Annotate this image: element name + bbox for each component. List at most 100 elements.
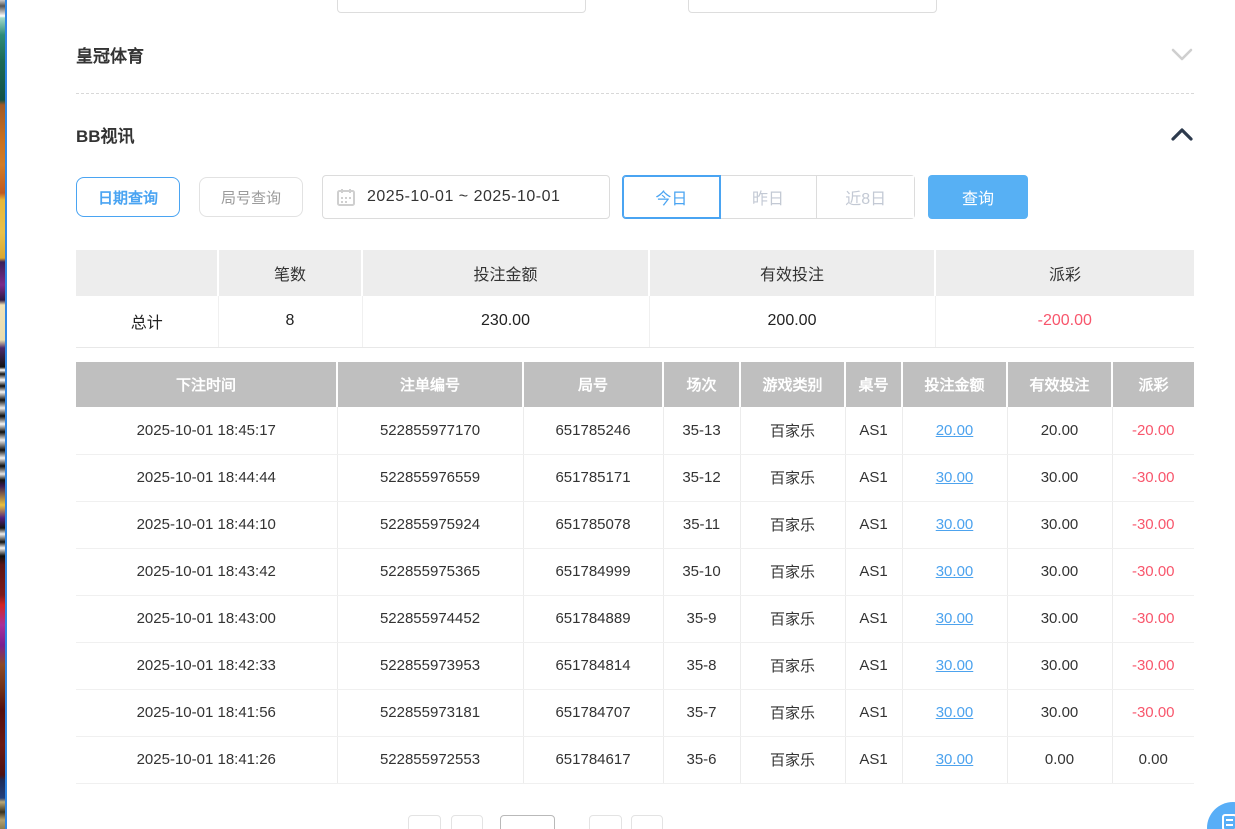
calendar-icon <box>337 188 355 206</box>
pagination-page-input[interactable] <box>500 815 555 829</box>
bet-id-cell: 522855972553 <box>337 736 523 783</box>
header-table-id: 桌号 <box>845 362 902 407</box>
quick-range-group: 今日 昨日 近8日 <box>622 175 915 219</box>
section-title-bb-video: BB视讯 <box>76 122 135 147</box>
table-row: 2025-10-01 18:45:17522855977170651785246… <box>76 407 1194 454</box>
summary-header-payout: 派彩 <box>935 250 1194 296</box>
date-range-picker[interactable]: 2025-10-01 ~ 2025-10-01 <box>322 175 610 219</box>
table-id-cell: AS1 <box>845 501 902 548</box>
section-title-crown-sports: 皇冠体育 <box>76 42 144 67</box>
bet-amount-link[interactable]: 30.00 <box>902 454 1007 501</box>
round-id-cell: 651784889 <box>523 595 663 642</box>
bet-amount-link[interactable]: 30.00 <box>902 548 1007 595</box>
payout-cell: -30.00 <box>1112 595 1194 642</box>
valid-bet-cell: 30.00 <box>1007 454 1112 501</box>
quick-range-yesterday[interactable]: 昨日 <box>720 176 818 218</box>
chevron-up-icon[interactable] <box>1170 126 1194 142</box>
summary-total-row: 总计 8 230.00 200.00 -200.00 <box>76 296 1194 347</box>
game-type-cell: 百家乐 <box>740 642 845 689</box>
valid-bet-cell: 30.00 <box>1007 689 1112 736</box>
table-row: 2025-10-01 18:44:10522855975924651785078… <box>76 501 1194 548</box>
table-row: 2025-10-01 18:41:26522855972553651784617… <box>76 736 1194 783</box>
round-query-tab[interactable]: 局号查询 <box>199 177 303 217</box>
quick-range-last-8-days[interactable]: 近8日 <box>817 176 914 218</box>
bet-id-cell: 522855975924 <box>337 501 523 548</box>
header-round-id: 局号 <box>523 362 663 407</box>
payout-cell: -30.00 <box>1112 501 1194 548</box>
valid-bet-cell: 20.00 <box>1007 407 1112 454</box>
payout-cell: -30.00 <box>1112 548 1194 595</box>
total-valid-bet: 200.00 <box>649 296 935 347</box>
summary-header-bet-amount: 投注金额 <box>362 250 649 296</box>
bet-time-cell: 2025-10-01 18:42:33 <box>76 642 337 689</box>
betting-records-panel: 皇冠体育 BB视讯 日期查询 局号查询 <box>0 0 1235 829</box>
section-header-crown-sports: 皇冠体育 <box>76 40 1194 68</box>
table-row: 2025-10-01 18:44:44522855976559651785171… <box>76 454 1194 501</box>
round-id-cell: 651785078 <box>523 501 663 548</box>
date-range-value: 2025-10-01 ~ 2025-10-01 <box>367 188 560 206</box>
total-label: 总计 <box>76 296 218 347</box>
bet-time-cell: 2025-10-01 18:44:10 <box>76 501 337 548</box>
round-id-cell: 651785171 <box>523 454 663 501</box>
filter-bar: 日期查询 局号查询 2025-10-01 ~ 2025-10-01 今日 昨日 … <box>76 175 1194 219</box>
bet-amount-link[interactable]: 30.00 <box>902 689 1007 736</box>
top-input-left[interactable] <box>337 0 586 13</box>
round-id-cell: 651784999 <box>523 548 663 595</box>
header-bet-id: 注单编号 <box>337 362 523 407</box>
session-cell: 35-8 <box>663 642 740 689</box>
detail-table-body: 2025-10-01 18:45:17522855977170651785246… <box>76 407 1194 783</box>
bet-amount-link[interactable]: 30.00 <box>902 595 1007 642</box>
valid-bet-cell: 0.00 <box>1007 736 1112 783</box>
game-type-cell: 百家乐 <box>740 689 845 736</box>
total-count: 8 <box>218 296 362 347</box>
header-session: 场次 <box>663 362 740 407</box>
bet-time-cell: 2025-10-01 18:41:56 <box>76 689 337 736</box>
summary-header-valid-bet: 有效投注 <box>649 250 935 296</box>
valid-bet-cell: 30.00 <box>1007 548 1112 595</box>
game-type-cell: 百家乐 <box>740 595 845 642</box>
session-cell: 35-12 <box>663 454 740 501</box>
session-cell: 35-6 <box>663 736 740 783</box>
round-id-cell: 651784617 <box>523 736 663 783</box>
valid-bet-cell: 30.00 <box>1007 595 1112 642</box>
top-input-right[interactable] <box>688 0 937 13</box>
pagination-next-button[interactable] <box>589 815 622 829</box>
header-valid-bet: 有效投注 <box>1007 362 1112 407</box>
bet-records-table: 下注时间 注单编号 局号 场次 游戏类别 桌号 投注金额 有效投注 派彩 202… <box>76 362 1194 784</box>
bet-amount-link[interactable]: 20.00 <box>902 407 1007 454</box>
round-id-cell: 651784814 <box>523 642 663 689</box>
date-query-tab[interactable]: 日期查询 <box>76 177 180 217</box>
pagination-page-button[interactable] <box>451 815 483 829</box>
bet-time-cell: 2025-10-01 18:45:17 <box>76 407 337 454</box>
dashed-divider <box>76 93 1194 94</box>
bet-id-cell: 522855975365 <box>337 548 523 595</box>
table-id-cell: AS1 <box>845 642 902 689</box>
bet-amount-link[interactable]: 30.00 <box>902 642 1007 689</box>
table-row: 2025-10-01 18:43:42522855975365651784999… <box>76 548 1194 595</box>
session-cell: 35-10 <box>663 548 740 595</box>
bet-amount-link[interactable]: 30.00 <box>902 736 1007 783</box>
bet-amount-link[interactable]: 30.00 <box>902 501 1007 548</box>
header-bet-time: 下注时间 <box>76 362 337 407</box>
game-type-cell: 百家乐 <box>740 454 845 501</box>
pagination-prev-button[interactable] <box>408 815 441 829</box>
payout-cell: -30.00 <box>1112 454 1194 501</box>
payout-cell: 0.00 <box>1112 736 1194 783</box>
game-type-cell: 百家乐 <box>740 736 845 783</box>
customer-service-fab[interactable] <box>1207 802 1235 829</box>
round-id-cell: 651784707 <box>523 689 663 736</box>
bet-id-cell: 522855976559 <box>337 454 523 501</box>
table-row: 2025-10-01 18:41:56522855973181651784707… <box>76 689 1194 736</box>
chevron-down-icon[interactable] <box>1170 46 1194 62</box>
pagination-last-button[interactable] <box>631 815 663 829</box>
valid-bet-cell: 30.00 <box>1007 501 1112 548</box>
table-id-cell: AS1 <box>845 407 902 454</box>
session-cell: 35-11 <box>663 501 740 548</box>
search-button[interactable]: 查询 <box>928 175 1028 219</box>
total-bet-amount: 230.00 <box>362 296 649 347</box>
bet-time-cell: 2025-10-01 18:44:44 <box>76 454 337 501</box>
quick-range-today[interactable]: 今日 <box>622 175 721 219</box>
record-icon <box>1222 814 1235 829</box>
summary-header-blank <box>76 250 218 296</box>
table-id-cell: AS1 <box>845 595 902 642</box>
